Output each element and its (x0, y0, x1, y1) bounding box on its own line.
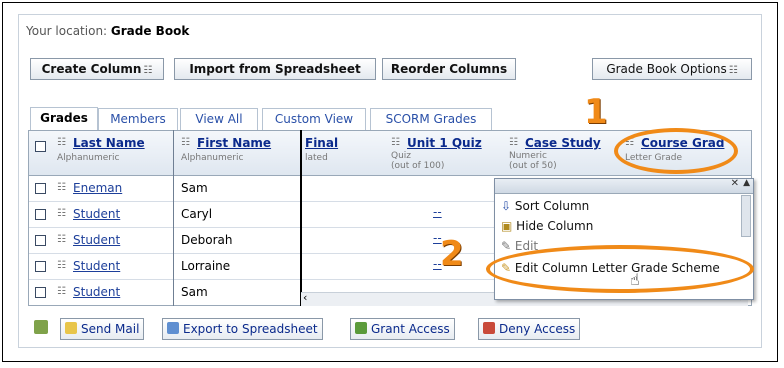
student-first-name: Deborah (181, 233, 233, 247)
student-last-name-link[interactable]: Eneman (73, 181, 122, 195)
sort-icon[interactable]: ☷ (181, 137, 190, 148)
sort-icon[interactable]: ☷ (57, 137, 66, 148)
close-icon[interactable]: ✕ (731, 178, 739, 189)
deny-label: Deny Access (499, 322, 576, 336)
location-page: Grade Book (110, 24, 190, 38)
student-first-name: Sam (181, 181, 208, 195)
tab-label: SCORM Grades (385, 112, 477, 126)
row-checkbox[interactable] (35, 209, 46, 220)
tab-custom-view[interactable]: Custom View (262, 108, 366, 130)
tab-label: Custom View (274, 112, 354, 126)
import-label: Import from Spreadsheet (189, 62, 361, 76)
grant-label: Grant Access (371, 322, 450, 336)
select-all-checkbox[interactable] (35, 141, 46, 152)
column-case-study-points: (out of 50) (509, 161, 557, 171)
tab-view-all[interactable]: View All (180, 108, 258, 130)
callout-number-1: 1 (584, 92, 608, 132)
row-menu-icon[interactable]: ☷ (57, 286, 66, 297)
column-unit-1-points: (out of 100) (391, 161, 445, 171)
row-menu-icon[interactable]: ☷ (57, 208, 66, 219)
deny-icon (483, 322, 495, 334)
column-divider (173, 130, 174, 306)
email-all-icon[interactable] (34, 320, 48, 334)
column-first-name-type: Alphanumeric (181, 153, 244, 163)
menu-scrollbar[interactable] (741, 195, 751, 237)
column-case-study[interactable]: Case Study (525, 136, 601, 150)
grade-placeholder-link[interactable]: -- (433, 205, 442, 219)
column-unit-1-quiz[interactable]: Unit 1 Quiz (407, 136, 482, 150)
dropdown-icon: ☷ (728, 65, 738, 76)
menu-item-label: Sort Column (514, 199, 590, 213)
callout-oval-edit-scheme (486, 245, 754, 293)
grade-book-options-button[interactable]: Grade Book Options ☷ (592, 58, 752, 80)
callout-oval-course-grade (614, 128, 738, 174)
menu-item-label: Hide Column (516, 219, 594, 233)
mouse-cursor-icon: ☝ (630, 270, 640, 289)
student-first-name: Sam (181, 285, 208, 299)
callout-number-2: 2 (440, 234, 464, 274)
tab-label: Grades (40, 111, 88, 125)
row-checkbox[interactable] (35, 183, 46, 194)
create-column-button[interactable]: Create Column ☷ (30, 58, 164, 80)
column-final-type: lated (305, 153, 328, 163)
location-label: Your location: (26, 24, 111, 38)
student-first-name: Lorraine (181, 259, 231, 273)
column-last-name[interactable]: Last Name (73, 136, 145, 150)
row-menu-icon[interactable]: ☷ (57, 182, 66, 193)
send-mail-button[interactable]: Send Mail (60, 318, 145, 340)
deny-access-button[interactable]: Deny Access (478, 318, 581, 340)
student-first-name: Caryl (181, 207, 213, 221)
export-spreadsheet-button[interactable]: Export to Spreadsheet (162, 318, 323, 340)
export-icon (167, 322, 179, 334)
menu-item-hide-column[interactable]: ▣ Hide Column (501, 219, 593, 233)
reorder-label: Reorder Columns (390, 62, 508, 76)
sort-icon: ⇩ (501, 199, 512, 213)
menu-item-sort-column[interactable]: ⇩ Sort Column (501, 199, 589, 213)
grant-access-button[interactable]: Grant Access (350, 318, 455, 340)
grant-icon (355, 322, 367, 334)
student-last-name-link[interactable]: Student (73, 259, 120, 273)
column-case-study-type: Numeric (509, 151, 547, 161)
reorder-columns-button[interactable]: Reorder Columns (382, 58, 516, 80)
frozen-column-divider (300, 130, 302, 306)
mail-icon (65, 322, 77, 334)
column-first-name[interactable]: First Name (197, 136, 271, 150)
import-spreadsheet-button[interactable]: Import from Spreadsheet (174, 58, 376, 80)
hide-icon: ▣ (501, 219, 513, 233)
tab-grades[interactable]: Grades (30, 107, 98, 131)
column-unit-1-type: Quiz (391, 151, 412, 161)
sort-icon[interactable]: ☷ (509, 137, 518, 148)
dropdown-icon: ☷ (143, 65, 153, 76)
sort-icon[interactable]: ☷ (391, 137, 400, 148)
edit-icon: ✎ (501, 239, 512, 253)
options-label: Grade Book Options (606, 62, 727, 76)
breadcrumb: Your location: Grade Book (26, 24, 189, 38)
row-menu-icon[interactable]: ☷ (57, 234, 66, 245)
tab-members[interactable]: Members (98, 108, 178, 130)
column-last-name-type: Alphanumeric (57, 153, 120, 163)
student-last-name-link[interactable]: Student (73, 207, 120, 221)
student-last-name-link[interactable]: Student (73, 233, 120, 247)
tab-label: View All (195, 112, 243, 126)
row-checkbox[interactable] (35, 261, 46, 272)
send-mail-label: Send Mail (81, 322, 140, 336)
create-column-label: Create Column (41, 62, 142, 76)
student-last-name-link[interactable]: Student (73, 285, 120, 299)
scroll-left-icon[interactable]: ‹ (303, 291, 307, 304)
row-checkbox[interactable] (35, 235, 46, 246)
column-final[interactable]: Final (305, 136, 338, 150)
row-checkbox[interactable] (35, 287, 46, 298)
export-label: Export to Spreadsheet (183, 322, 318, 336)
tab-label: Members (110, 112, 166, 126)
menu-header: ✕ ▲ (495, 178, 753, 194)
row-menu-icon[interactable]: ☷ (57, 260, 66, 271)
tab-scorm-grades[interactable]: SCORM Grades (370, 108, 492, 130)
scroll-up-icon[interactable]: ▲ (743, 178, 750, 188)
